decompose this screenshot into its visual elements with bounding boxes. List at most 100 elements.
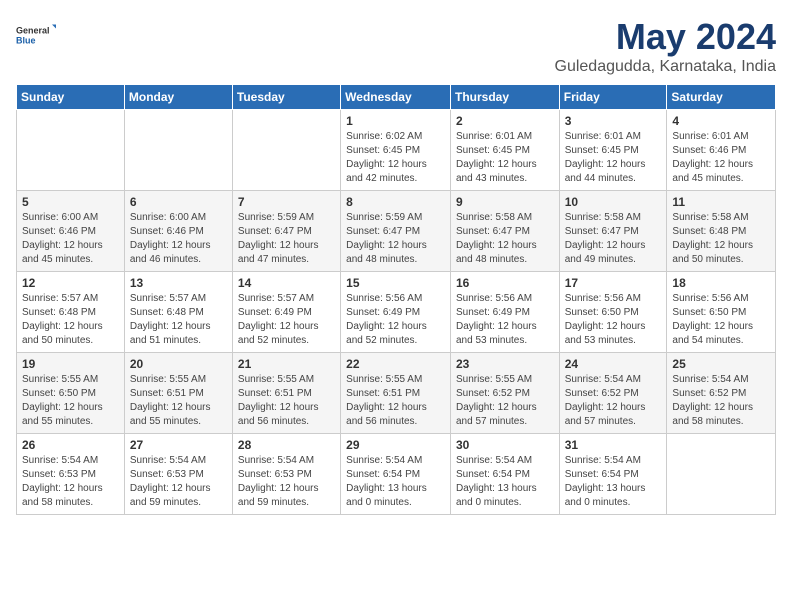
- calendar-cell: 10 Sunrise: 5:58 AM Sunset: 6:47 PM Dayli…: [559, 191, 667, 272]
- calendar-cell: 28Sunrise: 5:54 AM Sunset: 6:53 PM Dayli…: [232, 434, 340, 515]
- main-title: May 2024: [555, 16, 777, 58]
- calendar-cell: 7 Sunrise: 5:59 AM Sunset: 6:47 PM Daylig…: [232, 191, 340, 272]
- calendar-cell: 19 Sunrise: 5:55 AM Sunset: 6:50 PM Dayli…: [17, 353, 125, 434]
- day-number: 18: [672, 276, 770, 290]
- day-info: Sunrise: 5:55 AM Sunset: 6:52 PM Dayligh…: [456, 373, 554, 429]
- day-number: 8: [346, 195, 445, 209]
- day-info: Sunrise: 5:54 AM Sunset: 6:54 PM Dayligh…: [565, 454, 662, 510]
- calendar-cell: 3 Sunrise: 6:01 AM Sunset: 6:45 PM Daylig…: [559, 110, 667, 191]
- calendar-week-row: 1 Sunrise: 6:02 AM Sunset: 6:45 PM Daylig…: [17, 110, 776, 191]
- day-info: Sunrise: 5:56 AM Sunset: 6:50 PM Dayligh…: [565, 292, 662, 348]
- day-number: 23: [456, 357, 554, 371]
- logo-icon: General Blue: [16, 16, 56, 56]
- logo: General Blue: [16, 16, 56, 56]
- day-info: Sunrise: 5:54 AM Sunset: 6:52 PM Dayligh…: [565, 373, 662, 429]
- calendar-cell: 21 Sunrise: 5:55 AM Sunset: 6:51 PM Dayli…: [232, 353, 340, 434]
- day-info: Sunrise: 5:54 AM Sunset: 6:54 PM Dayligh…: [456, 454, 554, 510]
- day-number: 21: [238, 357, 335, 371]
- calendar-cell: 29 Sunrise: 5:54 AM Sunset: 6:54 PM Dayli…: [341, 434, 451, 515]
- day-info: Sunrise: 5:54 AM Sunset: 6:53 PM Dayligh…: [238, 454, 335, 510]
- day-info: Sunrise: 5:56 AM Sunset: 6:50 PM Dayligh…: [672, 292, 770, 348]
- day-number: 13: [130, 276, 227, 290]
- calendar-cell: [667, 434, 776, 515]
- page-header: General Blue May 2024 Guledagudda, Karna…: [16, 16, 776, 76]
- weekday-header: Wednesday: [341, 85, 451, 110]
- day-info: Sunrise: 6:02 AM Sunset: 6:45 PM Dayligh…: [346, 130, 445, 186]
- calendar-cell: 20Sunrise: 5:55 AM Sunset: 6:51 PM Dayli…: [124, 353, 232, 434]
- calendar-cell: 18 Sunrise: 5:56 AM Sunset: 6:50 PM Dayli…: [667, 272, 776, 353]
- day-info: Sunrise: 5:57 AM Sunset: 6:48 PM Dayligh…: [130, 292, 227, 348]
- day-number: 7: [238, 195, 335, 209]
- sub-title: Guledagudda, Karnataka, India: [555, 58, 777, 76]
- calendar-week-row: 12Sunrise: 5:57 AM Sunset: 6:48 PM Dayli…: [17, 272, 776, 353]
- day-info: Sunrise: 5:58 AM Sunset: 6:47 PM Dayligh…: [565, 211, 662, 267]
- day-info: Sunrise: 5:57 AM Sunset: 6:49 PM Dayligh…: [238, 292, 335, 348]
- day-info: Sunrise: 5:58 AM Sunset: 6:47 PM Dayligh…: [456, 211, 554, 267]
- day-number: 24: [565, 357, 662, 371]
- weekday-header: Thursday: [450, 85, 559, 110]
- day-info: Sunrise: 5:54 AM Sunset: 6:52 PM Dayligh…: [672, 373, 770, 429]
- calendar-table: SundayMondayTuesdayWednesdayThursdayFrid…: [16, 84, 776, 515]
- calendar-cell: 30 Sunrise: 5:54 AM Sunset: 6:54 PM Dayli…: [450, 434, 559, 515]
- calendar-cell: 2Sunrise: 6:01 AM Sunset: 6:45 PM Daylig…: [450, 110, 559, 191]
- day-number: 10: [565, 195, 662, 209]
- day-info: Sunrise: 5:58 AM Sunset: 6:48 PM Dayligh…: [672, 211, 770, 267]
- title-block: May 2024 Guledagudda, Karnataka, India: [555, 16, 777, 76]
- day-number: 17: [565, 276, 662, 290]
- calendar-cell: 13 Sunrise: 5:57 AM Sunset: 6:48 PM Dayli…: [124, 272, 232, 353]
- calendar-cell: [232, 110, 340, 191]
- day-info: Sunrise: 5:54 AM Sunset: 6:54 PM Dayligh…: [346, 454, 445, 510]
- day-number: 3: [565, 114, 662, 128]
- calendar-week-row: 19 Sunrise: 5:55 AM Sunset: 6:50 PM Dayli…: [17, 353, 776, 434]
- day-number: 31: [565, 438, 662, 452]
- day-info: Sunrise: 5:57 AM Sunset: 6:48 PM Dayligh…: [22, 292, 119, 348]
- weekday-header: Saturday: [667, 85, 776, 110]
- day-info: Sunrise: 6:01 AM Sunset: 6:46 PM Dayligh…: [672, 130, 770, 186]
- calendar-cell: 6Sunrise: 6:00 AM Sunset: 6:46 PM Daylig…: [124, 191, 232, 272]
- day-number: 26: [22, 438, 119, 452]
- calendar-cell: 4 Sunrise: 6:01 AM Sunset: 6:46 PM Daylig…: [667, 110, 776, 191]
- day-number: 5: [22, 195, 119, 209]
- day-number: 9: [456, 195, 554, 209]
- day-number: 15: [346, 276, 445, 290]
- day-number: 29: [346, 438, 445, 452]
- calendar-cell: 17 Sunrise: 5:56 AM Sunset: 6:50 PM Dayli…: [559, 272, 667, 353]
- calendar-cell: [124, 110, 232, 191]
- day-info: Sunrise: 5:55 AM Sunset: 6:51 PM Dayligh…: [346, 373, 445, 429]
- day-number: 1: [346, 114, 445, 128]
- day-number: 14: [238, 276, 335, 290]
- day-info: Sunrise: 6:01 AM Sunset: 6:45 PM Dayligh…: [456, 130, 554, 186]
- day-info: Sunrise: 5:55 AM Sunset: 6:51 PM Dayligh…: [238, 373, 335, 429]
- calendar-cell: 23 Sunrise: 5:55 AM Sunset: 6:52 PM Dayli…: [450, 353, 559, 434]
- calendar-cell: 25 Sunrise: 5:54 AM Sunset: 6:52 PM Dayli…: [667, 353, 776, 434]
- calendar-header-row: SundayMondayTuesdayWednesdayThursdayFrid…: [17, 85, 776, 110]
- weekday-header: Friday: [559, 85, 667, 110]
- calendar-cell: 24 Sunrise: 5:54 AM Sunset: 6:52 PM Dayli…: [559, 353, 667, 434]
- day-number: 19: [22, 357, 119, 371]
- day-info: Sunrise: 5:54 AM Sunset: 6:53 PM Dayligh…: [130, 454, 227, 510]
- day-info: Sunrise: 5:59 AM Sunset: 6:47 PM Dayligh…: [238, 211, 335, 267]
- calendar-cell: 8 Sunrise: 5:59 AM Sunset: 6:47 PM Daylig…: [341, 191, 451, 272]
- calendar-cell: 14 Sunrise: 5:57 AM Sunset: 6:49 PM Dayli…: [232, 272, 340, 353]
- calendar-cell: 31 Sunrise: 5:54 AM Sunset: 6:54 PM Dayli…: [559, 434, 667, 515]
- calendar-cell: 11 Sunrise: 5:58 AM Sunset: 6:48 PM Dayli…: [667, 191, 776, 272]
- day-info: Sunrise: 6:01 AM Sunset: 6:45 PM Dayligh…: [565, 130, 662, 186]
- calendar-cell: 15 Sunrise: 5:56 AM Sunset: 6:49 PM Dayli…: [341, 272, 451, 353]
- calendar-cell: 9 Sunrise: 5:58 AM Sunset: 6:47 PM Daylig…: [450, 191, 559, 272]
- calendar-cell: [17, 110, 125, 191]
- calendar-cell: 22 Sunrise: 5:55 AM Sunset: 6:51 PM Dayli…: [341, 353, 451, 434]
- day-info: Sunrise: 5:59 AM Sunset: 6:47 PM Dayligh…: [346, 211, 445, 267]
- day-number: 25: [672, 357, 770, 371]
- day-info: Sunrise: 5:56 AM Sunset: 6:49 PM Dayligh…: [346, 292, 445, 348]
- day-number: 30: [456, 438, 554, 452]
- day-number: 22: [346, 357, 445, 371]
- day-number: 4: [672, 114, 770, 128]
- weekday-header: Sunday: [17, 85, 125, 110]
- svg-text:Blue: Blue: [16, 36, 36, 46]
- day-info: Sunrise: 6:00 AM Sunset: 6:46 PM Dayligh…: [130, 211, 227, 267]
- day-info: Sunrise: 5:55 AM Sunset: 6:50 PM Dayligh…: [22, 373, 119, 429]
- day-info: Sunrise: 5:56 AM Sunset: 6:49 PM Dayligh…: [456, 292, 554, 348]
- day-number: 11: [672, 195, 770, 209]
- calendar-cell: 16Sunrise: 5:56 AM Sunset: 6:49 PM Dayli…: [450, 272, 559, 353]
- day-info: Sunrise: 6:00 AM Sunset: 6:46 PM Dayligh…: [22, 211, 119, 267]
